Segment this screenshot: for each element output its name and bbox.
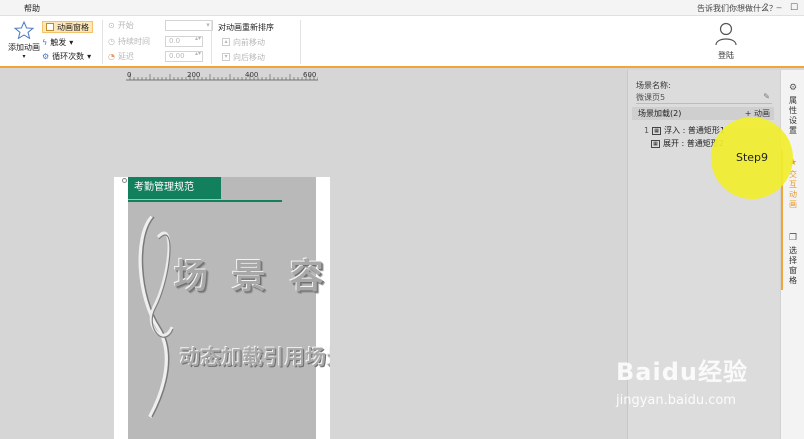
start-row: ⊙ 开始	[108, 19, 213, 31]
reorder-title: 对动画重新排序	[218, 21, 274, 33]
slide-canvas[interactable]: 考勤管理规范 场 景 容 器 动态加载引用场景	[114, 177, 330, 439]
scene-name-label: 场景名称:	[636, 81, 671, 90]
ruler-label: 0	[127, 71, 132, 79]
lightning-icon: ϟ	[42, 37, 48, 47]
divider	[211, 20, 212, 64]
item-index: 1	[644, 126, 650, 135]
chevron-down-icon: ▾	[87, 51, 92, 61]
help-icon[interactable]: ?	[760, 2, 772, 14]
chevron-down-icon: ▾	[22, 53, 26, 60]
move-earlier-label: 向前移动	[233, 37, 265, 47]
gear-icon: ⚙	[788, 83, 798, 93]
delay-stepper[interactable]: 0.00	[164, 50, 203, 62]
scene-name-field[interactable]: 微课页5 ✎	[636, 92, 772, 104]
slide-header[interactable]: 考勤管理规范	[128, 177, 221, 199]
move-earlier-button[interactable]: ▴ 向前移动	[222, 36, 265, 48]
add-animation-label: 添加动画	[8, 43, 40, 52]
reorder-title-label: 对动画重新排序	[218, 22, 274, 32]
star-icon	[13, 20, 35, 40]
selection-handle[interactable]	[122, 178, 127, 183]
side-tab-bar: ⚙ 属性设置 ★ 交互动画 ❐ 选择窗格	[780, 70, 804, 439]
chevron-down-icon: ▾	[69, 37, 74, 47]
step-highlight: Step9	[711, 117, 793, 199]
divider	[102, 20, 103, 64]
delay-row: ◔ 延迟 0.00	[108, 50, 203, 62]
login-button[interactable]: 登陆	[710, 22, 742, 61]
delay-label: 延迟	[117, 51, 134, 61]
loop-count-label: 循环次数	[52, 51, 85, 61]
slide-header-underline	[128, 200, 282, 202]
trigger-button[interactable]: ϟ 触发 ▾	[42, 36, 73, 48]
duration-label: 持续时间	[117, 36, 150, 46]
animation-pane-label: 动画窗格	[57, 22, 89, 32]
minimize-icon[interactable]: ‒	[773, 2, 785, 14]
tab-selection-pane[interactable]: 选择窗格	[787, 246, 799, 286]
ribbon: 添加动画 ▾ 动画窗格 ϟ 触发 ▾ ⚙ 循环次数 ▾ ⊙ 开始 ◷ 持续时间 …	[0, 16, 804, 68]
clock-icon: ◷	[108, 36, 115, 46]
trigger-label: 触发	[50, 37, 67, 47]
watermark-logo: Baidu经验	[616, 358, 748, 386]
user-icon	[715, 22, 737, 46]
add-animation-button[interactable]: 添加动画 ▾	[6, 20, 42, 60]
login-label: 登陆	[718, 51, 734, 60]
ruler-label: 600	[303, 71, 317, 79]
move-later-button[interactable]: ▾ 向后移动	[222, 51, 265, 63]
pane-icon	[46, 23, 54, 31]
horizontal-ruler: 0 200 400 600	[126, 71, 318, 82]
pencil-icon[interactable]: ✎	[763, 92, 770, 101]
scene-name-value: 微课页5	[636, 93, 666, 102]
tab-properties[interactable]: 属性设置	[787, 96, 799, 136]
ruler-label: 400	[245, 71, 259, 79]
list-item[interactable]: 1 ▦ 浮入 : 普通矩形1	[644, 125, 725, 136]
arrow-up-icon: ▴	[222, 38, 230, 46]
start-label: 开始	[117, 20, 134, 30]
tab-help[interactable]: 帮助	[24, 3, 40, 14]
animation-pane-button[interactable]: 动画窗格	[42, 21, 93, 33]
duration-stepper[interactable]: 0.0	[164, 35, 203, 47]
gear-icon: ⚙	[42, 51, 50, 61]
watermark-url: jingyan.baidu.com	[616, 393, 736, 408]
watermark: Baidu经验 jingyan.baidu.com	[616, 352, 776, 432]
loop-count-button[interactable]: ⚙ 循环次数 ▾	[42, 50, 91, 62]
play-icon: ⊙	[108, 20, 115, 30]
animation-effect-icon: ▦	[652, 126, 662, 135]
duration-row: ◷ 持续时间 0.0	[108, 35, 203, 47]
divider	[300, 20, 301, 64]
emboss-subtitle: 动态加载引用场景	[180, 345, 330, 369]
emboss-title: 场 景 容 器	[174, 257, 330, 297]
layers-icon: ❐	[788, 233, 798, 243]
ruler-ticks	[126, 74, 318, 81]
item-text: 浮入 : 普通矩形1	[664, 126, 725, 135]
maximize-icon[interactable]: ☐	[788, 2, 800, 14]
delay-icon: ◔	[108, 51, 115, 61]
menu-bar: 帮助 告诉我们你想做什么？ ? ‒ ☐	[0, 0, 804, 16]
animation-effect-icon: ▦	[651, 139, 660, 148]
arrow-down-icon: ▾	[222, 53, 230, 61]
scene-load-label: 场景加载(2)	[638, 109, 682, 118]
move-later-label: 向后移动	[233, 52, 265, 62]
swirl-ornament	[138, 215, 174, 418]
ruler-label: 200	[187, 71, 201, 79]
start-dropdown[interactable]	[164, 19, 213, 31]
